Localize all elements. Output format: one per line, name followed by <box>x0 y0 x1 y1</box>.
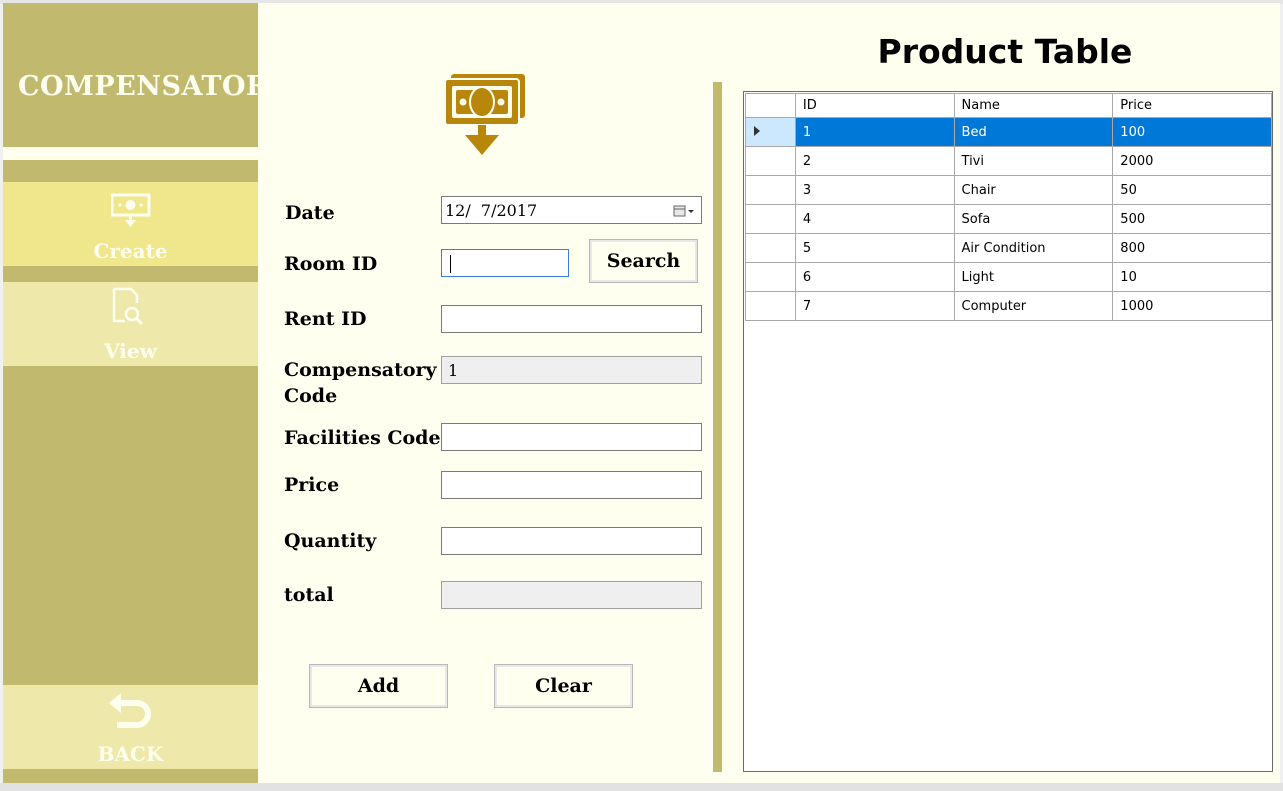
back-label: BACK <box>97 742 164 766</box>
cell-price[interactable]: 500 <box>1112 204 1272 234</box>
date-picker[interactable]: 12/ 7/2017 <box>441 196 702 224</box>
table-header-row: ID Name Price <box>745 93 1272 118</box>
room-id-input[interactable] <box>441 249 569 277</box>
row-header[interactable] <box>745 175 796 205</box>
product-table-title: Product Table <box>877 32 1133 71</box>
brand-panel: COMPENSATORY <box>3 3 287 147</box>
compensatory-code-label-line1: Compensatory <box>284 359 437 381</box>
compensatory-code-value: 1 <box>448 361 459 380</box>
column-header-id[interactable]: ID <box>794 93 955 118</box>
cell-id[interactable]: 2 <box>794 146 955 176</box>
window-bottom-strip <box>0 783 1283 791</box>
cell-name[interactable]: Chair <box>953 175 1114 205</box>
price-input[interactable] <box>441 471 702 499</box>
total-field <box>441 581 702 609</box>
table-row[interactable]: 6 Light 10 <box>745 262 1272 292</box>
cell-price[interactable]: 50 <box>1112 175 1272 205</box>
room-id-label: Room ID <box>284 253 378 275</box>
row-header[interactable] <box>745 204 796 234</box>
sidebar-item-label: Create <box>93 239 168 263</box>
column-header-price[interactable]: Price <box>1112 93 1272 118</box>
cell-id[interactable]: 4 <box>794 204 955 234</box>
compensatory-code-field: 1 <box>441 356 702 384</box>
cell-name[interactable]: Computer <box>953 291 1114 321</box>
cell-name[interactable]: Sofa <box>953 204 1114 234</box>
total-label: total <box>284 584 334 606</box>
column-header-name[interactable]: Name <box>953 93 1114 118</box>
table-row[interactable]: 5 Air Condition 800 <box>745 233 1272 263</box>
row-header[interactable] <box>745 117 796 147</box>
sidebar-separator <box>3 147 258 160</box>
cell-name[interactable]: Bed <box>953 117 1114 147</box>
date-label: Date <box>285 202 335 224</box>
calendar-dropdown-icon[interactable] <box>673 203 697 217</box>
rent-id-input[interactable] <box>441 305 702 333</box>
row-header[interactable] <box>745 146 796 176</box>
document-search-icon <box>112 287 144 326</box>
clear-button[interactable]: Clear <box>494 664 633 708</box>
date-value: 12/ 7/2017 <box>445 201 538 220</box>
cell-name[interactable]: Light <box>953 262 1114 292</box>
sidebar-item-label: View <box>104 339 157 363</box>
current-row-arrow-icon <box>754 125 760 136</box>
money-icon <box>111 193 151 227</box>
rent-id-label: Rent ID <box>284 308 367 330</box>
cell-price[interactable]: 2000 <box>1112 146 1272 176</box>
cell-price[interactable]: 800 <box>1112 233 1272 263</box>
sidebar-item-view[interactable]: View <box>3 282 258 366</box>
back-button[interactable]: BACK <box>3 685 258 769</box>
table-row[interactable]: 4 Sofa 500 <box>745 204 1272 234</box>
cell-name[interactable]: Air Condition <box>953 233 1114 263</box>
cell-id[interactable]: 1 <box>794 117 955 147</box>
brand-title: COMPENSATORY <box>18 71 288 102</box>
facilities-code-label: Facilities Code <box>284 427 441 449</box>
quantity-label: Quantity <box>284 530 377 552</box>
compensatory-code-label: Compensatory Code <box>284 357 437 409</box>
product-data-grid[interactable]: ID Name Price 1 Bed 100 2 Tivi 2000 3 Ch… <box>743 91 1273 772</box>
text-caret <box>450 255 451 273</box>
sidebar: COMPENSATORY Create View BACK <box>3 3 287 783</box>
table-row[interactable]: 3 Chair 50 <box>745 175 1272 205</box>
table-row[interactable]: 1 Bed 100 <box>745 117 1272 147</box>
cell-id[interactable]: 5 <box>794 233 955 263</box>
cell-id[interactable]: 3 <box>794 175 955 205</box>
table-row[interactable]: 2 Tivi 2000 <box>745 146 1272 176</box>
product-table: ID Name Price 1 Bed 100 2 Tivi 2000 3 Ch… <box>745 93 1272 321</box>
row-header[interactable] <box>745 262 796 292</box>
compensatory-code-label-line2: Code <box>284 385 338 407</box>
cell-price[interactable]: 10 <box>1112 262 1272 292</box>
money-icon <box>444 74 525 155</box>
table-row[interactable]: 7 Computer 1000 <box>745 291 1272 321</box>
add-button[interactable]: Add <box>309 664 448 708</box>
row-header-corner[interactable] <box>745 93 796 118</box>
row-header[interactable] <box>745 233 796 263</box>
cell-price[interactable]: 100 <box>1112 117 1272 147</box>
cell-price[interactable]: 1000 <box>1112 291 1272 321</box>
quantity-input[interactable] <box>441 527 702 555</box>
cell-name[interactable]: Tivi <box>953 146 1114 176</box>
search-button[interactable]: Search <box>589 239 698 283</box>
cell-id[interactable]: 7 <box>794 291 955 321</box>
sidebar-item-create[interactable]: Create <box>3 182 258 266</box>
vertical-divider <box>713 82 722 772</box>
back-arrow-icon <box>109 693 151 728</box>
price-label: Price <box>284 474 340 496</box>
cell-id[interactable]: 6 <box>794 262 955 292</box>
row-header[interactable] <box>745 291 796 321</box>
facilities-code-input[interactable] <box>441 423 702 451</box>
